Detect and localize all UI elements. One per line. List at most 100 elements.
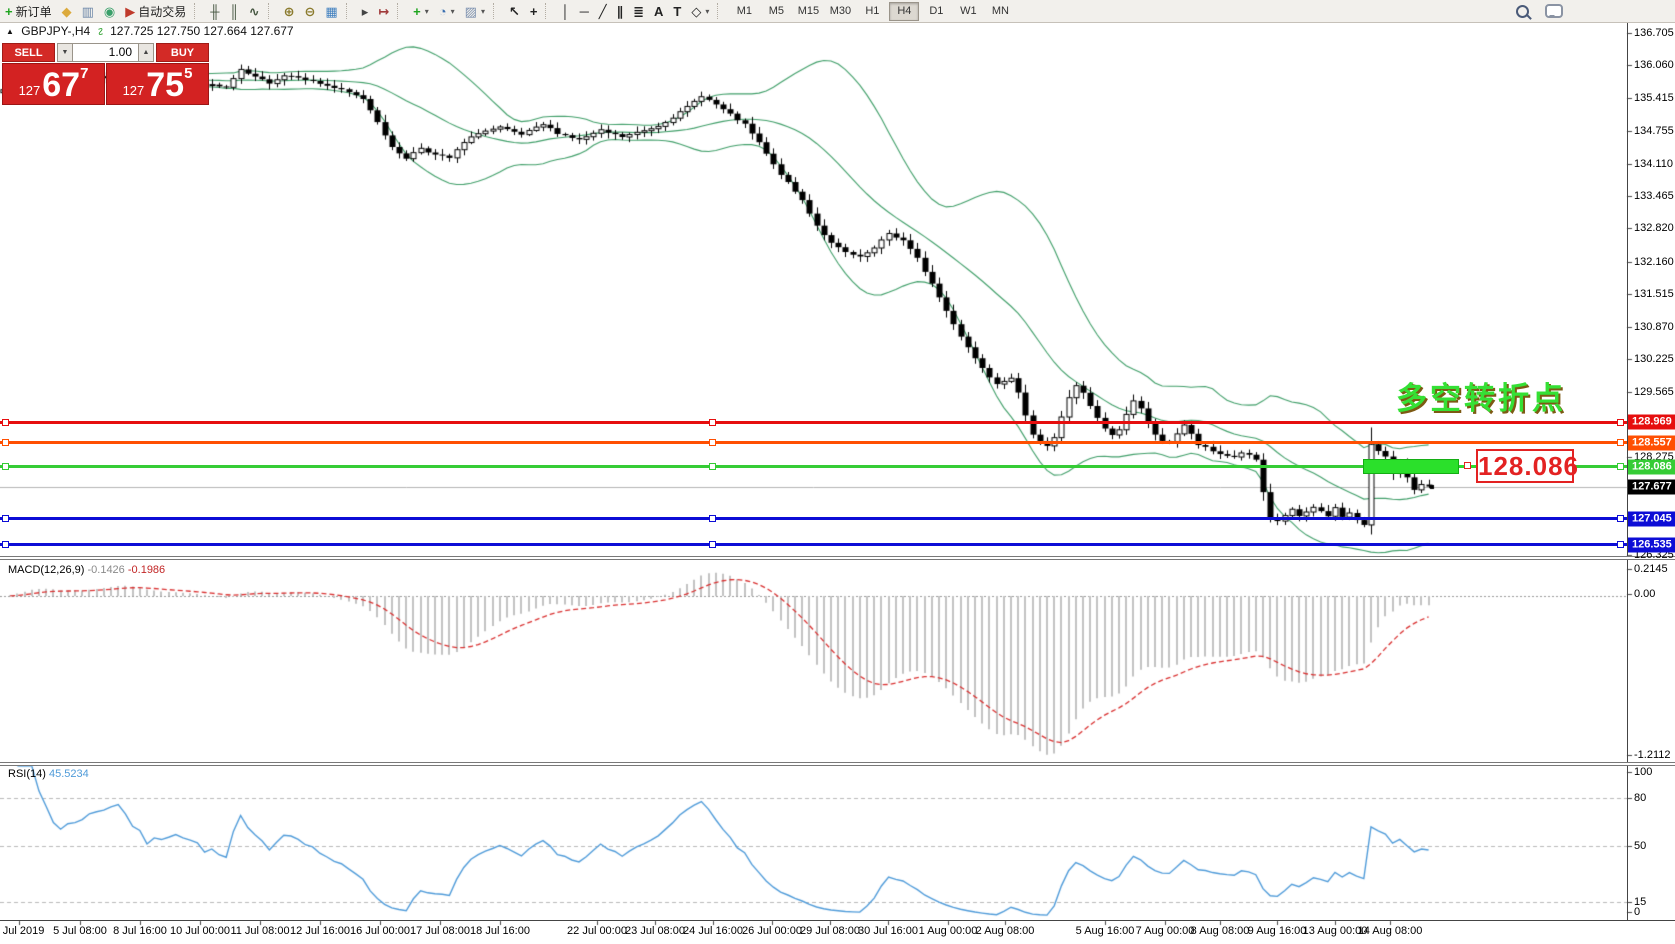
rsi-pane-separator[interactable] (0, 762, 1675, 766)
price-tick-label: 129.565 (1634, 386, 1674, 398)
buy-price-button[interactable]: 127 75 5 (106, 63, 209, 105)
hline-object[interactable] (0, 421, 1627, 424)
time-tick-label: 26 Jul 00:00 (742, 925, 802, 937)
line-chart-icon: ∿ (249, 5, 260, 18)
time-tick-label: 24 Jul 16:00 (683, 925, 743, 937)
timeframe-w1[interactable]: W1 (953, 2, 983, 21)
auto-scroll-icon: ▸ (362, 5, 369, 18)
hline-handle[interactable] (2, 515, 9, 522)
collapse-panel-icon[interactable]: ▲ (6, 27, 14, 36)
hline-handle[interactable] (709, 439, 716, 446)
timeframe-m30[interactable]: M30 (825, 2, 855, 21)
candlestick-button[interactable]: ║ (224, 0, 243, 22)
toolbar-separator (194, 3, 201, 19)
hline-handle[interactable] (1617, 439, 1624, 446)
zoom-in-button[interactable]: ⊕ (279, 0, 300, 22)
add-indicator-icon: + (413, 5, 421, 18)
macd-label: MACD(12,26,9) -0.1426 -0.1986 (8, 564, 165, 576)
timeframe-mn[interactable]: MN (985, 2, 1015, 21)
templates-button[interactable]: ▨▾ (460, 0, 490, 22)
hline-object[interactable] (0, 441, 1627, 444)
ohlc-bars-button[interactable]: ╫ (205, 0, 224, 22)
hline-handle[interactable] (2, 439, 9, 446)
text-label-button[interactable]: T (668, 0, 686, 22)
toolbar-separator (717, 3, 724, 19)
timeframe-m15[interactable]: M15 (793, 2, 823, 21)
arrows-button[interactable]: ◇▾ (686, 0, 714, 22)
fibonacci-button[interactable]: ≣ (628, 0, 649, 22)
zoom-out-button[interactable]: ⊖ (300, 0, 321, 22)
horizontal-line-button[interactable]: ─ (575, 0, 594, 22)
tile-windows-button[interactable]: ▦ (320, 0, 342, 22)
search-icon[interactable] (1516, 5, 1529, 18)
price-tick-label: 130.225 (1634, 353, 1674, 365)
text-icon: A (654, 5, 663, 18)
bars-chart-icon: ╫ (210, 5, 219, 18)
sell-price-button[interactable]: 127 67 7 (2, 63, 105, 105)
chart-title: ▲ GBPJPY-,H4 ∿ 127.725 127.750 127.664 1… (6, 24, 294, 38)
price-callout-label[interactable]: 128.086 (1476, 449, 1574, 483)
chart-shift-button[interactable]: ↦ (373, 0, 394, 22)
timeframe-h1[interactable]: H1 (857, 2, 887, 21)
toolbar-separator (268, 3, 275, 19)
gold-chart-button[interactable]: ◆ (57, 0, 77, 22)
timeframe-h4[interactable]: H4 (889, 2, 919, 21)
hline-handle[interactable] (2, 541, 9, 548)
auto-scroll-button[interactable]: ▸ (357, 0, 374, 22)
hline-handle[interactable] (1617, 515, 1624, 522)
hline-handle[interactable] (2, 463, 9, 470)
hline-handle[interactable] (1617, 419, 1624, 426)
time-tick-label: 30 Jul 16:00 (858, 925, 918, 937)
sell-button[interactable]: SELL (2, 43, 55, 62)
channel-button[interactable]: ∥ (612, 0, 629, 22)
volume-increase-button[interactable]: ▲ (138, 43, 154, 62)
timeframe-bar: M1M5M15M30H1H4D1W1MN (728, 0, 1016, 22)
time-tick-label: 12 Jul 16:00 (290, 925, 350, 937)
autotrading-button[interactable]: ▶自动交易 (120, 0, 191, 22)
time-tick-label: 23 Jul 08:00 (625, 925, 685, 937)
hline-handle[interactable] (709, 515, 716, 522)
hline-object[interactable] (0, 543, 1627, 546)
hline-handle[interactable] (709, 419, 716, 426)
annotation-text[interactable]: 多空转折点 (1396, 373, 1566, 418)
timeframe-d1[interactable]: D1 (921, 2, 951, 21)
trendline-icon: ╱ (599, 5, 607, 18)
highlight-band-object[interactable] (1363, 459, 1459, 474)
chat-icon[interactable] (1545, 4, 1563, 18)
terminal-button[interactable]: ▥ (77, 0, 99, 22)
crosshair-button[interactable]: + (525, 0, 543, 22)
buy-button[interactable]: BUY (156, 43, 209, 62)
price-tick-label: 134.755 (1634, 125, 1674, 137)
hline-handle[interactable] (2, 419, 9, 426)
vertical-line-button[interactable]: │ (556, 0, 574, 22)
price-tick-label: 132.820 (1634, 222, 1674, 234)
sell-price-pips: 67 (42, 68, 80, 102)
caret-down-icon: ▾ (705, 7, 709, 16)
timeframe-m5[interactable]: M5 (761, 2, 791, 21)
volume-input[interactable]: 1.00 (73, 43, 138, 62)
macd-pane-separator[interactable] (0, 556, 1675, 560)
trendline-button[interactable]: ╱ (594, 0, 612, 22)
new-order-button[interactable]: +新订单 (0, 0, 57, 22)
indicators-button[interactable]: +▾ (408, 0, 434, 22)
webphone-button[interactable]: ◉ (99, 0, 120, 22)
one-click-trading-panel: SELL ▼ 1.00 ▲ BUY 127 67 7 127 75 5 (2, 43, 209, 105)
timeframe-m1[interactable]: M1 (729, 2, 759, 21)
line-chart-button[interactable]: ∿ (244, 0, 265, 22)
hline-handle[interactable] (1617, 463, 1624, 470)
hline-object[interactable] (0, 517, 1627, 520)
terminal-icon: ▥ (82, 5, 94, 18)
periods-button[interactable]: ◔▾ (434, 0, 460, 22)
cursor-button[interactable]: ↖ (504, 0, 525, 22)
callout-anchor-handle[interactable] (1464, 462, 1471, 469)
hline-handle[interactable] (1617, 541, 1624, 548)
volume-decrease-button[interactable]: ▼ (57, 43, 73, 62)
hline-handle[interactable] (709, 463, 716, 470)
price-tick-label: 130.870 (1634, 321, 1674, 333)
text-button[interactable]: A (649, 0, 668, 22)
hline-handle[interactable] (709, 541, 716, 548)
crosshair-icon: + (530, 5, 538, 18)
price-line-label: 128.969 (1628, 415, 1675, 430)
autotrading-button-label: 自动交易 (138, 3, 186, 20)
price-tick-label: 135.415 (1634, 92, 1674, 104)
